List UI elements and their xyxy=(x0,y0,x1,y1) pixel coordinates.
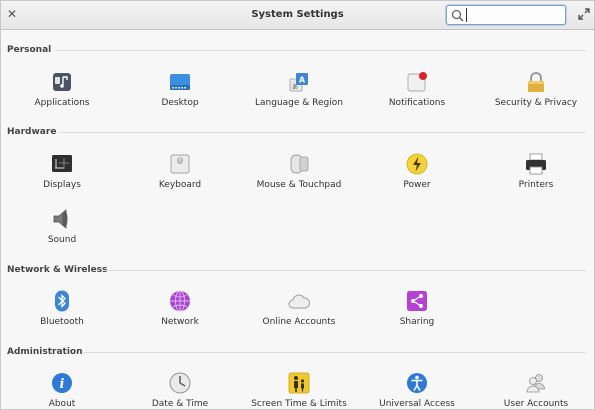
bluetooth-icon xyxy=(55,290,69,312)
svg-text:i: i xyxy=(60,377,65,392)
date-time-icon xyxy=(169,372,191,394)
screen-time-limits-icon xyxy=(288,372,310,394)
settings-item-applications[interactable]: Applications xyxy=(7,71,117,121)
section-administration-header: Administration xyxy=(7,347,83,357)
universal-access-icon xyxy=(407,373,427,393)
settings-item-printers[interactable]: Printers xyxy=(481,153,591,203)
desktop-icon xyxy=(170,74,190,90)
language-region-icon: A あ xyxy=(289,73,308,92)
item-label: Notifications xyxy=(388,98,446,108)
settings-item-date-time[interactable]: Date & Time xyxy=(125,372,235,409)
sharing-icon xyxy=(407,291,427,311)
search-icon xyxy=(451,9,464,22)
item-label: Mouse & Touchpad xyxy=(256,180,342,190)
item-label: Language & Region xyxy=(255,98,343,108)
section-network-wireless-header: Network & Wireless xyxy=(7,265,108,275)
section-hardware-header: Hardware xyxy=(7,127,57,137)
settings-item-keyboard[interactable]: @ Keyboard xyxy=(125,153,235,203)
titlebar: ✕ System Settings xyxy=(1,1,594,30)
item-label: Displays xyxy=(43,180,81,190)
about-icon: i xyxy=(52,373,72,393)
security-privacy-icon xyxy=(528,72,544,92)
svg-text:あ: あ xyxy=(292,84,298,91)
power-icon xyxy=(406,153,428,175)
sound-icon xyxy=(53,209,68,229)
item-label: Sharing xyxy=(399,317,435,327)
printers-icon xyxy=(526,153,546,175)
item-label: About xyxy=(48,399,76,409)
item-label: Date & Time xyxy=(151,399,209,409)
displays-icon xyxy=(52,155,72,172)
settings-item-desktop[interactable]: Desktop xyxy=(125,71,235,121)
settings-item-bluetooth[interactable]: Bluetooth xyxy=(7,290,117,340)
section-divider xyxy=(55,50,586,51)
item-label: Network xyxy=(161,317,199,327)
settings-item-language-region[interactable]: A あ Language & Region xyxy=(244,71,354,121)
item-label: Keyboard xyxy=(158,180,202,190)
notifications-icon xyxy=(407,72,427,92)
settings-item-sharing[interactable]: Sharing xyxy=(362,290,472,340)
section-divider xyxy=(59,132,586,133)
section-divider xyxy=(83,352,586,353)
settings-item-power[interactable]: Power xyxy=(362,153,472,203)
mouse-touchpad-icon xyxy=(290,154,309,174)
network-icon xyxy=(170,290,190,312)
settings-item-screen-time-limits[interactable]: Screen Time & Limits xyxy=(244,372,354,409)
section-divider xyxy=(103,270,586,271)
settings-item-displays[interactable]: Displays xyxy=(7,153,117,203)
settings-item-mouse-touchpad[interactable]: Mouse & Touchpad xyxy=(244,153,354,203)
settings-item-sound[interactable]: Sound xyxy=(7,208,117,258)
maximize-icon[interactable] xyxy=(578,8,590,20)
item-label: Universal Access xyxy=(379,399,455,409)
item-label: Desktop xyxy=(161,98,199,108)
item-label: Applications xyxy=(34,98,90,108)
item-label: Bluetooth xyxy=(40,317,84,327)
settings-item-notifications[interactable]: Notifications xyxy=(362,71,472,121)
settings-item-user-accounts[interactable]: User Accounts xyxy=(481,372,591,409)
item-label: Screen Time & Limits xyxy=(251,399,347,409)
svg-text:@: @ xyxy=(177,157,184,165)
section-personal-header: Personal xyxy=(7,45,52,55)
settings-item-security-privacy[interactable]: Security & Privacy xyxy=(481,71,591,121)
settings-item-network[interactable]: Network xyxy=(125,290,235,340)
search-input[interactable] xyxy=(466,8,562,22)
applications-icon xyxy=(53,73,71,91)
user-accounts-icon xyxy=(526,374,545,393)
svg-text:A: A xyxy=(299,76,306,85)
item-label: Online Accounts xyxy=(262,317,336,327)
system-settings-window: ✕ System Settings Personal Applications xyxy=(0,0,595,410)
item-label: Security & Privacy xyxy=(494,98,578,108)
item-label: Sound xyxy=(47,235,77,245)
settings-item-about[interactable]: i About xyxy=(7,372,117,409)
search-field[interactable] xyxy=(446,5,566,25)
item-label: Printers xyxy=(518,180,554,190)
online-accounts-icon xyxy=(288,294,310,309)
settings-item-online-accounts[interactable]: Online Accounts xyxy=(244,290,354,340)
item-label: Power xyxy=(403,180,431,190)
keyboard-icon: @ xyxy=(170,154,190,174)
settings-item-universal-access[interactable]: Universal Access xyxy=(362,372,472,409)
item-label: User Accounts xyxy=(503,399,569,409)
